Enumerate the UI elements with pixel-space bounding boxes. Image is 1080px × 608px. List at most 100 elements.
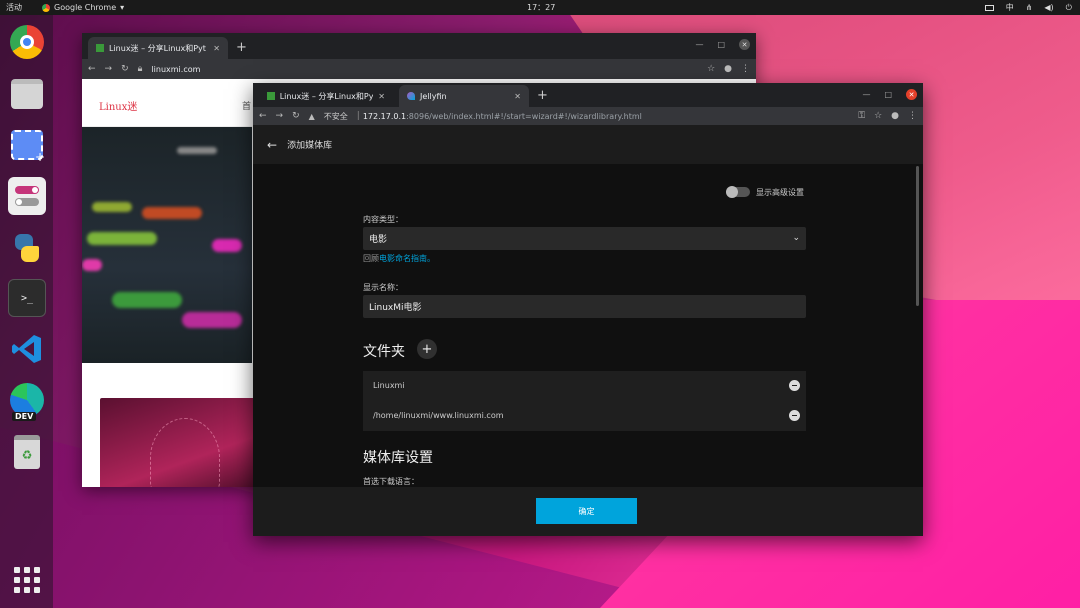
remove-folder-icon[interactable] [789,380,800,391]
warning-icon[interactable]: ▲ [309,112,315,121]
input-method-indicator[interactable]: 中 [1006,2,1014,13]
hero-image[interactable] [82,127,252,363]
dock: + >_ DEV ♻ [0,15,53,608]
forward-icon[interactable]: → [105,64,113,74]
maximize-icon[interactable]: □ [884,90,892,99]
wizard-footer: 确定 [253,487,923,536]
window-controls: — □ ✕ [695,39,750,50]
bookmark-star-icon[interactable]: ☆ [707,64,715,74]
profile-icon[interactable]: ● [724,64,732,74]
content-type-value: 电影 [369,235,388,245]
app-menu[interactable]: Google Chrome ▾ [42,3,124,12]
advanced-settings-toggle[interactable] [726,186,750,198]
close-tab-icon[interactable]: ✕ [213,44,220,53]
reload-icon[interactable]: ↻ [292,111,300,121]
chrome-small-icon [42,3,50,12]
profile-icon[interactable]: ● [891,111,899,121]
show-applications-icon[interactable] [14,567,40,593]
minimize-icon[interactable]: — [862,90,870,99]
vscode-icon[interactable] [8,330,46,368]
screen-icon[interactable] [984,4,994,11]
separator: | [356,111,360,121]
address-bar: ← → ↻ ▲ 不安全 | 172.17.0.1:8096/web/index.… [253,107,923,125]
tab-jellyfin[interactable]: Jellyfin ✕ [399,85,529,107]
menu-kebab-icon[interactable]: ⋮ [908,111,917,121]
page-header: ← 添加媒体库 [253,125,923,164]
toggle-settings-icon[interactable] [8,177,46,215]
new-tab-button[interactable]: + [537,88,548,103]
page-title: 添加媒体库 [287,141,333,151]
tab-title: Jellyfin [420,91,447,101]
new-tab-button[interactable]: + [236,40,247,55]
trash-icon[interactable]: ♻ [8,433,46,471]
url-path: :8096/web/index.html#!/start=wizard#!/wi… [406,111,642,121]
folder-path: Linuxmi [373,381,405,390]
display-name-input[interactable]: LinuxMi电影 [363,295,806,318]
system-top-bar: 活动 Google Chrome ▾ 17：27 中 ⋔ ◀) ⏻ [0,0,1080,15]
library-settings-heading: 媒体库设置 [363,450,433,466]
reload-icon[interactable]: ↻ [121,64,129,74]
folder-list: Linuxmi /home/linuxmi/www.linuxmi.com [363,371,806,431]
tab-linuxmi[interactable]: Linux迷 – 分享Linux和Pyt ✕ [259,85,393,107]
add-folder-button[interactable]: + [417,339,437,359]
power-icon[interactable]: ⏻ [1066,3,1072,13]
terminal-icon[interactable]: >_ [8,279,46,317]
close-window-icon[interactable]: ✕ [739,39,750,50]
maximize-icon[interactable]: □ [717,40,725,49]
preferred-language-label: 首选下载语言： [363,477,419,486]
tab-linuxmi[interactable]: Linux迷 – 分享Linux和Pyt ✕ [88,37,228,59]
remove-folder-icon[interactable] [789,410,800,421]
favicon-icon [96,44,104,52]
url-field[interactable]: 172.17.0.1:8096/web/index.html#!/start=w… [363,112,642,121]
url-host: 172.17.0.1 [362,111,407,121]
back-icon[interactable]: ← [88,64,96,74]
menu-kebab-icon[interactable]: ⋮ [741,64,750,74]
key-icon[interactable]: ⚿ [858,111,865,121]
content-type-select[interactable]: 电影 ⌄ [363,227,806,250]
system-tray[interactable]: 中 ⋔ ◀) ⏻ [984,2,1072,13]
minimize-icon[interactable]: — [695,40,703,49]
naming-guide-link[interactable]: 电影命名指南。 [379,254,435,263]
edge-dev-icon[interactable]: DEV [8,381,46,421]
close-tab-icon[interactable]: ✕ [514,92,521,101]
forward-icon[interactable]: → [276,111,284,121]
chrome-icon[interactable] [8,23,46,61]
security-label[interactable]: 不安全 [324,111,348,122]
close-tab-icon[interactable]: ✕ [378,92,385,101]
volume-icon[interactable]: ◀) [1044,3,1053,12]
python-icon[interactable] [8,229,46,267]
back-icon[interactable]: ← [259,111,267,121]
window-controls: — □ ✕ [862,89,917,100]
nav-item-home[interactable]: 首 [242,99,251,112]
caret-down-icon: ▾ [120,3,125,12]
edge-dev-badge: DEV [12,412,37,421]
tab-strip: Linux迷 – 分享Linux和Pyt ✕ + — □ ✕ [82,33,756,59]
browser-window-jellyfin: Linux迷 – 分享Linux和Pyt ✕ Jellyfin ✕ + — □ … [253,83,923,536]
favicon-icon [267,92,275,100]
scrollbar[interactable] [916,166,919,306]
activities-button[interactable]: 活动 [6,2,22,13]
files-icon[interactable] [8,75,46,113]
bookmark-star-icon[interactable]: ☆ [874,111,882,121]
naming-help-text: 回顾电影命名指南。 [363,253,435,264]
advanced-settings-label: 显示高级设置 [756,188,804,197]
clock[interactable]: 17：27 [527,2,555,13]
article-thumbnail[interactable] [100,398,260,487]
close-window-icon[interactable]: ✕ [906,89,917,100]
url-field[interactable]: linuxmi.com [151,65,200,74]
ok-button[interactable]: 确定 [536,498,637,524]
tab-title: Linux迷 – 分享Linux和Pyt [109,43,206,53]
tab-strip: Linux迷 – 分享Linux和Pyt ✕ Jellyfin ✕ + — □ … [253,83,923,107]
display-name-value: LinuxMi电影 [369,303,422,313]
wizard-form: 显示高级设置 内容类型： 电影 ⌄ 回顾电影命名指南。 显示名称： LinuxM… [253,164,923,486]
site-logo[interactable]: Linux迷 [99,98,137,113]
tab-title: Linux迷 – 分享Linux和Pyt [279,91,374,101]
back-arrow-icon[interactable]: ← [267,138,277,152]
address-bar: ← → ↻ 🔒︎ linuxmi.com ☆ ● ⋮ [82,59,756,79]
screenshot-icon[interactable]: + [8,126,46,164]
app-menu-label: Google Chrome [54,3,117,12]
network-icon[interactable]: ⋔ [1026,3,1033,12]
jellyfin-favicon-icon [407,92,415,100]
folder-path: /home/linuxmi/www.linuxmi.com [373,411,504,420]
folders-heading: 文件夹 [363,344,405,360]
